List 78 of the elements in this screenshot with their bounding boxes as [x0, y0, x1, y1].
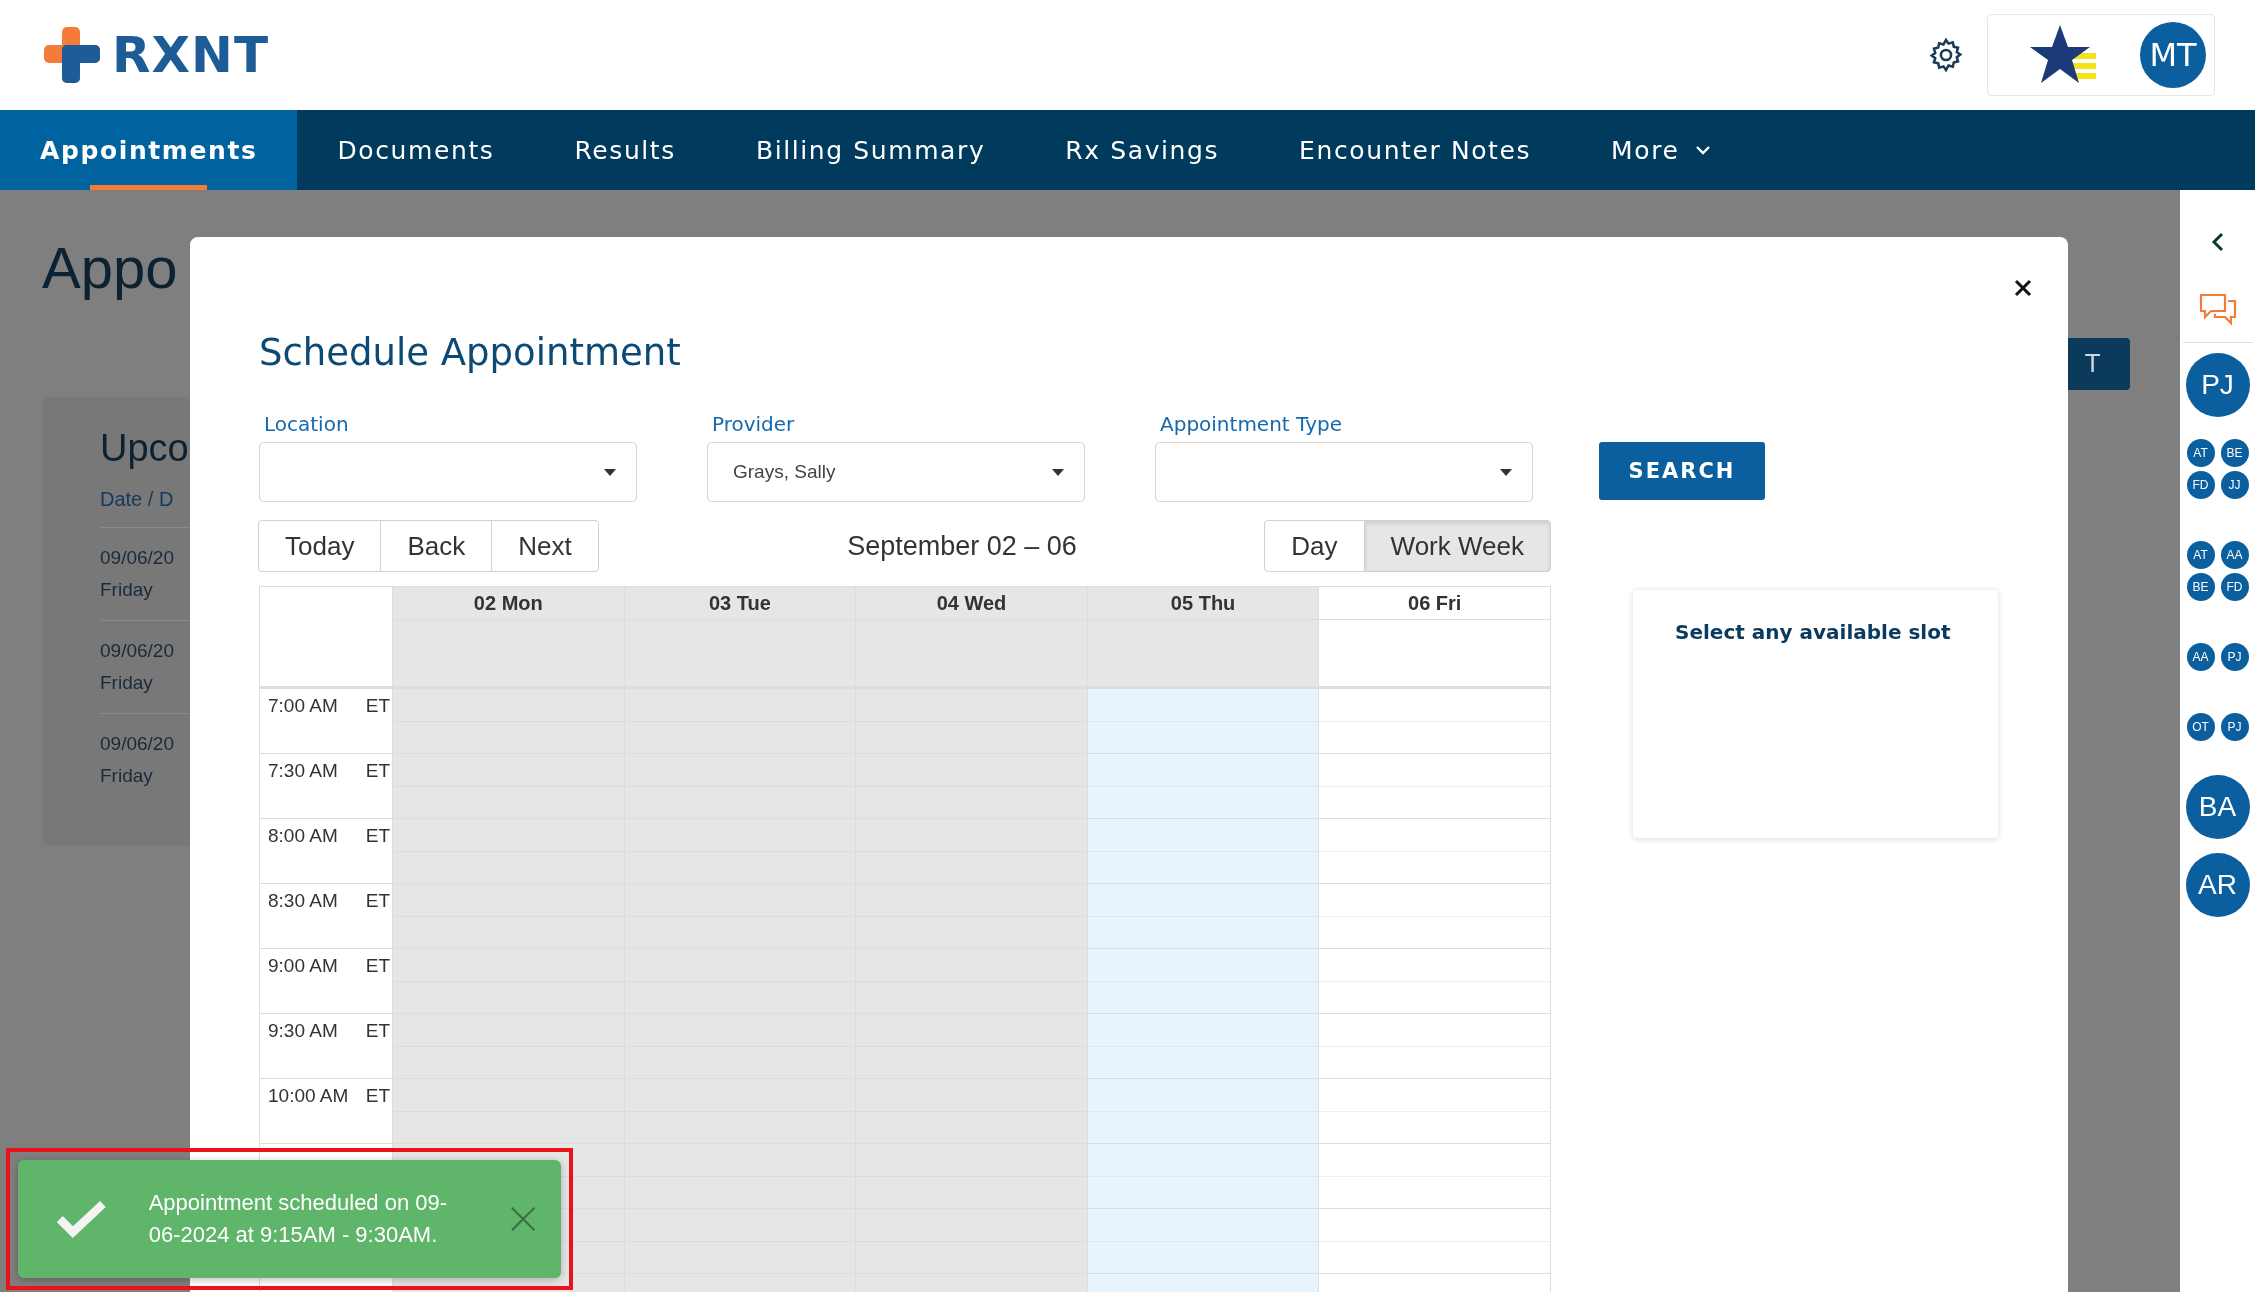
- select-field[interactable]: [1155, 442, 1533, 502]
- avatar[interactable]: OT: [2186, 713, 2215, 741]
- nav-tab[interactable]: Documents: [297, 110, 535, 190]
- day-header: 02 Mon: [393, 587, 625, 620]
- select-field[interactable]: [259, 442, 637, 502]
- appointment-day: Friday: [100, 667, 153, 699]
- appointment-date: 09/06/20: [100, 732, 174, 756]
- time-label: 7:00 AM: [268, 695, 338, 718]
- avatar[interactable]: AT: [2186, 541, 2215, 569]
- view-button[interactable]: Day: [1264, 520, 1365, 572]
- avatar[interactable]: BA: [2185, 775, 2250, 839]
- nav-tab[interactable]: Rx Savings: [1025, 110, 1260, 190]
- time-label: 10:00 AM: [268, 1085, 349, 1108]
- avatar[interactable]: PJ: [2220, 643, 2249, 671]
- timezone-label: ET: [365, 760, 390, 783]
- time-label: 9:00 AM: [268, 955, 338, 978]
- avatar[interactable]: BE: [2186, 573, 2215, 601]
- nav-tab[interactable]: Encounter Notes: [1259, 110, 1572, 190]
- avatar[interactable]: PJ: [2185, 353, 2250, 417]
- timezone-label: ET: [365, 825, 390, 848]
- nav-tab[interactable]: More: [1571, 110, 1752, 190]
- dropdown-icon: [1500, 468, 1512, 476]
- user-avatar[interactable]: MT: [2140, 22, 2206, 88]
- avatar[interactable]: PJ: [2220, 713, 2249, 741]
- field-label: Location: [263, 412, 350, 436]
- calendar-nav-button[interactable]: Next: [491, 520, 599, 572]
- timezone-label: ET: [365, 695, 390, 718]
- avatar[interactable]: FD: [2220, 573, 2249, 601]
- settings-icon[interactable]: [1927, 36, 1965, 74]
- calendar-nav-button[interactable]: Back: [380, 520, 493, 572]
- checkmark-icon: [56, 1199, 107, 1239]
- calendar-nav-button[interactable]: Today: [258, 520, 382, 572]
- user-panel[interactable]: MT: [1987, 14, 2215, 96]
- logo-icon: [42, 25, 102, 85]
- page-title: Appo: [42, 234, 178, 301]
- toast-message: Appointment scheduled on 09-06-2024 at 9:15AM - 9:30AM.: [148, 1189, 449, 1249]
- timezone-label: ET: [365, 1085, 390, 1108]
- nav-tab[interactable]: Results: [534, 110, 716, 190]
- avatar[interactable]: JJ: [2220, 471, 2249, 499]
- time-label: 7:30 AM: [268, 760, 338, 783]
- dropdown-icon: [604, 468, 616, 476]
- time-label: 8:00 AM: [268, 825, 338, 848]
- close-icon[interactable]: [2014, 279, 2032, 297]
- avatar[interactable]: AA: [2220, 541, 2249, 569]
- chevron-left-icon[interactable]: [2210, 232, 2225, 252]
- timezone-label: ET: [365, 1020, 390, 1043]
- appointment-day: Friday: [100, 760, 153, 792]
- chat-icon[interactable]: [2197, 292, 2238, 328]
- select-field[interactable]: Grays, Sally: [707, 442, 1085, 502]
- day-header: 03 Tue: [624, 587, 857, 620]
- search-button[interactable]: SEARCH: [1599, 442, 1765, 500]
- avatar[interactable]: AA: [2186, 643, 2215, 671]
- panel-message: Select any available slot: [1675, 620, 1951, 644]
- card-title: Upco: [100, 427, 189, 470]
- field-label: Provider: [711, 412, 796, 436]
- avatar[interactable]: AT: [2186, 439, 2215, 467]
- day-header: 05 Thu: [1087, 587, 1320, 620]
- date-range: September 02 – 06: [847, 530, 1077, 562]
- timezone-label: ET: [365, 955, 390, 978]
- time-label: 9:30 AM: [268, 1020, 338, 1043]
- day-header: 04 Wed: [856, 587, 1088, 620]
- dropdown-icon: [1052, 468, 1064, 476]
- field-label: Appointment Type: [1159, 412, 1343, 436]
- appointment-day: Friday: [100, 574, 153, 606]
- nav-tab[interactable]: Billing Summary: [715, 110, 1026, 190]
- timezone-label: ET: [365, 890, 390, 913]
- time-label: 8:30 AM: [268, 890, 338, 913]
- day-header: 06 Fri: [1319, 587, 1551, 620]
- appointment-date: 09/06/20: [100, 546, 174, 570]
- dialog-title: Schedule Appointment: [259, 331, 682, 374]
- view-button[interactable]: Work Week: [1363, 520, 1551, 572]
- avatar[interactable]: BE: [2220, 439, 2249, 467]
- avatar[interactable]: AR: [2185, 853, 2250, 917]
- appointment-date: 09/06/20: [100, 639, 174, 663]
- logo-text: RXNT: [112, 26, 269, 84]
- avatar[interactable]: FD: [2186, 471, 2215, 499]
- nav-tab[interactable]: Appointments: [0, 110, 298, 190]
- column-header: Date / D: [100, 488, 174, 511]
